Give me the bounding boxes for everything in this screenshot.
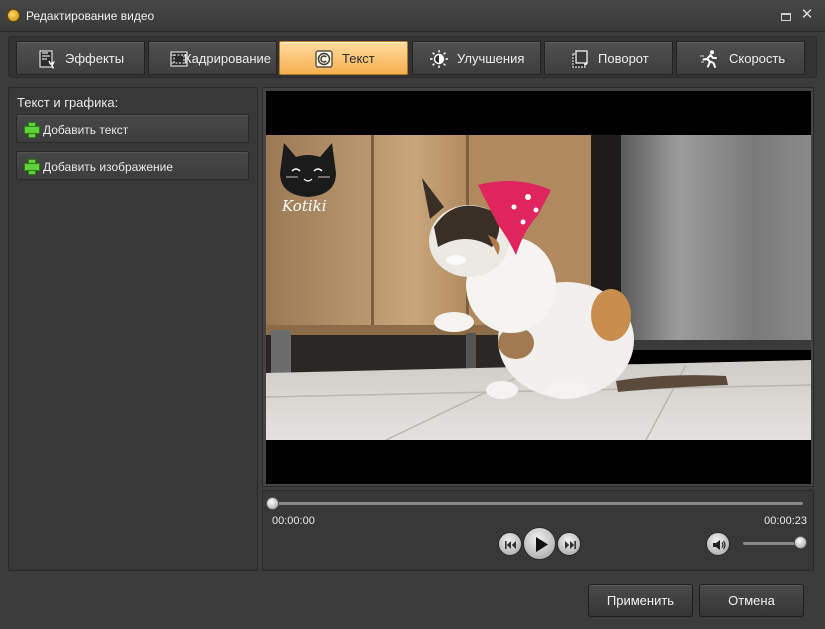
skip-forward-icon: [565, 541, 576, 549]
panel-title: Текст и графика:: [17, 95, 119, 110]
cancel-button[interactable]: Отмена: [699, 584, 804, 617]
runner-icon: [700, 50, 717, 68]
player-controls: 00:00:00 00:00:23: [262, 490, 814, 571]
play-button[interactable]: [523, 527, 556, 560]
tab-speed[interactable]: Скорость: [676, 41, 805, 75]
total-time: 00:00:23: [764, 515, 807, 527]
apply-button[interactable]: Применить: [588, 584, 693, 617]
text-icon: [315, 50, 333, 68]
video-frame-image: Kotiki: [266, 135, 811, 440]
play-icon: [536, 537, 548, 552]
watermark-text: Kotiki: [281, 197, 327, 215]
timeline-track[interactable]: [273, 502, 803, 505]
timeline-slider[interactable]: [266, 497, 279, 510]
tab-crop[interactable]: Кадрирование: [148, 41, 277, 75]
volume-slider[interactable]: [794, 536, 807, 549]
tab-label: Улучшения: [457, 51, 525, 66]
next-button[interactable]: [557, 532, 581, 556]
current-time: 00:00:00: [272, 515, 315, 527]
video-preview-frame: Kotiki: [262, 87, 814, 487]
tab-text[interactable]: Текст: [279, 41, 408, 75]
plus-icon: [24, 122, 40, 138]
add-image-label: Добавить изображение: [43, 160, 174, 174]
title-bar: Редактирование видео ✕: [0, 0, 825, 32]
tab-enhancements[interactable]: Улучшения: [412, 41, 541, 75]
add-image-button[interactable]: Добавить изображение: [16, 151, 249, 180]
app-icon: [7, 9, 20, 22]
skip-back-icon: [505, 541, 516, 549]
brightness-icon: [430, 50, 448, 68]
tab-label: Скорость: [729, 51, 786, 66]
tab-bar: Эффекты Кадрирование Текст Улучшения Пов…: [8, 36, 817, 78]
previous-button[interactable]: [498, 532, 522, 556]
plus-icon: [24, 159, 40, 175]
text-graphics-panel: Текст и графика: Добавить текст Добавить…: [8, 87, 258, 571]
rotate-icon: [572, 50, 588, 68]
maximize-button[interactable]: [776, 6, 794, 24]
volume-button[interactable]: [706, 532, 730, 556]
add-text-label: Добавить текст: [43, 123, 129, 137]
tab-label: Кадрирование: [184, 51, 272, 66]
tab-label: Поворот: [598, 51, 649, 66]
close-button[interactable]: ✕: [798, 6, 816, 24]
effects-icon: [39, 50, 56, 69]
tab-label: Текст: [342, 51, 375, 66]
speaker-icon: [713, 540, 726, 550]
tab-label: Эффекты: [65, 51, 125, 66]
add-text-button[interactable]: Добавить текст: [16, 114, 249, 143]
video-preview[interactable]: Kotiki: [266, 91, 811, 484]
tab-effects[interactable]: Эффекты: [16, 41, 145, 75]
tab-rotate[interactable]: Поворот: [544, 41, 673, 75]
window-title: Редактирование видео: [26, 9, 155, 23]
